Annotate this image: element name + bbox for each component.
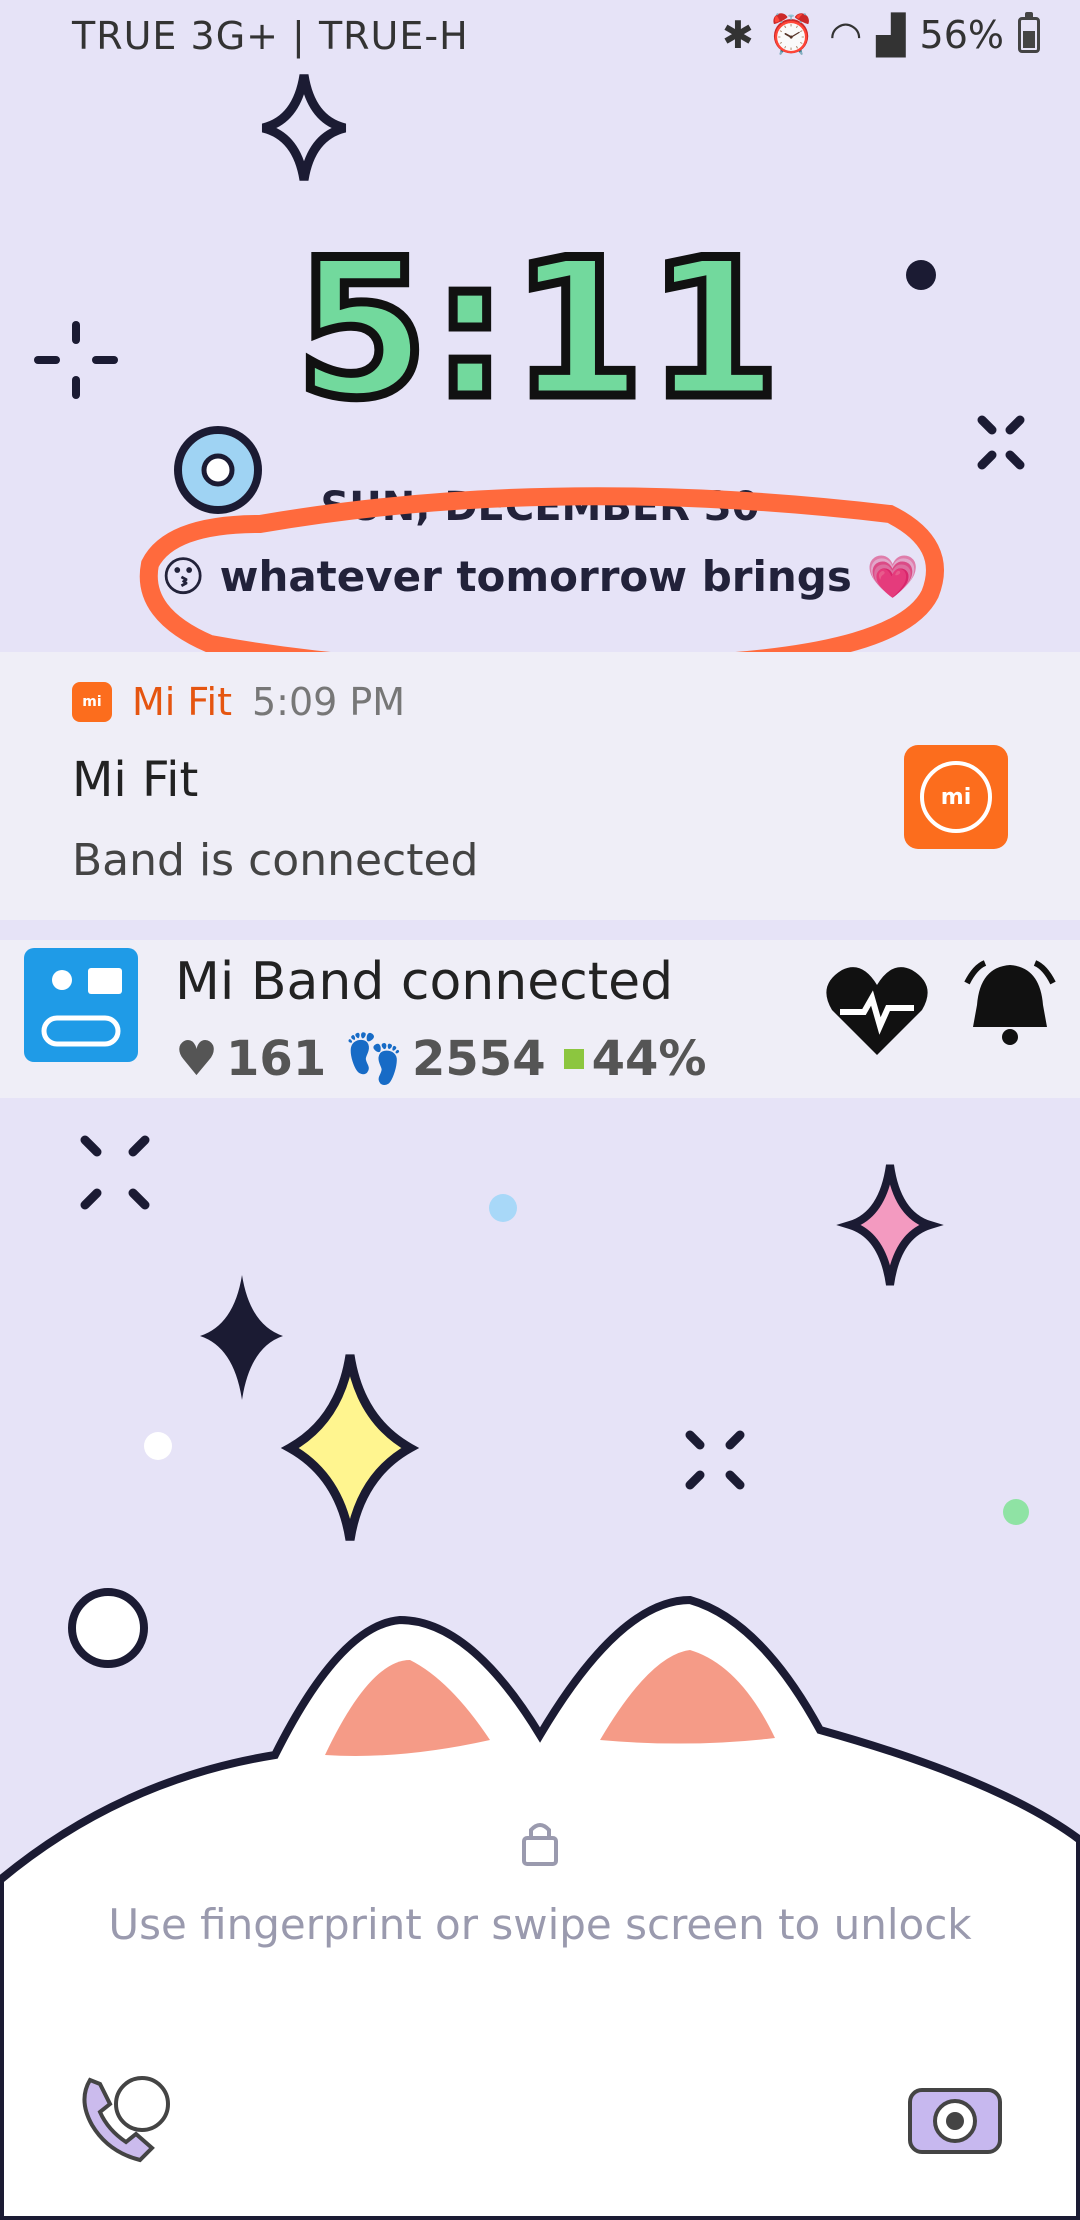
x-sparkle-icon — [685, 1430, 745, 1490]
footprints-icon: 👣 — [344, 1031, 404, 1087]
heart-icon: ♥ — [175, 1030, 219, 1087]
unlock-hint: Use fingerprint or swipe screen to unloc… — [108, 1900, 972, 1949]
sparkle-icon — [836, 1164, 944, 1286]
mifit-large-icon: mi — [904, 745, 1008, 849]
band-glyph-icon — [41, 968, 122, 1047]
miband-app-icon — [24, 948, 138, 1062]
mi-logo-icon: mi — [920, 761, 992, 833]
notification-title: Mi Fit — [72, 752, 199, 808]
wifi-icon: ◠ — [829, 12, 863, 57]
sparkle-icon — [261, 74, 347, 181]
sparkle-icon — [280, 1354, 420, 1541]
dot-icon — [144, 1432, 172, 1460]
dot-icon — [489, 1194, 517, 1222]
status-icons: ✱ ⏰ ◠ ▟ 56% — [721, 11, 1040, 57]
notification-header: mi Mi Fit 5:09 PM — [72, 680, 405, 724]
x-sparkle-icon — [977, 415, 1025, 470]
carrier-label: TRUE 3G+ | TRUE-H — [72, 14, 469, 58]
battery-square-icon — [563, 1048, 584, 1069]
x-sparkle-icon — [80, 1135, 150, 1210]
band-battery-value: 44% — [591, 1030, 707, 1087]
lock-clock: 5:11 — [291, 219, 785, 440]
miband-stats: ♥ 161 👣 2554 44% — [175, 1030, 707, 1088]
notification-app-name: Mi Fit — [132, 680, 232, 724]
heart-rate-stat: ♥ 161 — [175, 1031, 326, 1087]
signal-icon: ▟ — [876, 12, 906, 57]
notification-time: 5:09 PM — [251, 680, 406, 724]
steps-stat: 👣 2554 — [344, 1030, 546, 1088]
flower-icon — [68, 1588, 148, 1668]
battery-icon — [1018, 11, 1040, 53]
camera-shortcut-icon[interactable] — [900, 2060, 1010, 2170]
bell-icon[interactable] — [955, 955, 1065, 1055]
sparkle-icon — [200, 1275, 283, 1400]
heart-rate-value: 161 — [226, 1030, 327, 1087]
band-battery-stat: 44% — [563, 1030, 707, 1087]
mifit-app-icon: mi — [72, 682, 112, 722]
battery-percent: 56% — [919, 12, 1004, 57]
dot-icon — [1003, 1499, 1029, 1525]
steps-value: 2554 — [412, 1030, 546, 1087]
status-bar: TRUE 3G+ | TRUE-H ✱ ⏰ ◠ ▟ 56% — [0, 0, 1080, 80]
lock-icon — [522, 1823, 558, 1866]
bluetooth-icon: ✱ — [721, 12, 754, 57]
notification-text: Band is connected — [72, 835, 479, 886]
heart-pulse-icon[interactable] — [822, 960, 932, 1060]
alarm-icon: ⏰ — [767, 12, 816, 56]
phone-shortcut-icon[interactable] — [70, 2060, 180, 2170]
miband-title: Mi Band connected — [175, 952, 674, 1012]
